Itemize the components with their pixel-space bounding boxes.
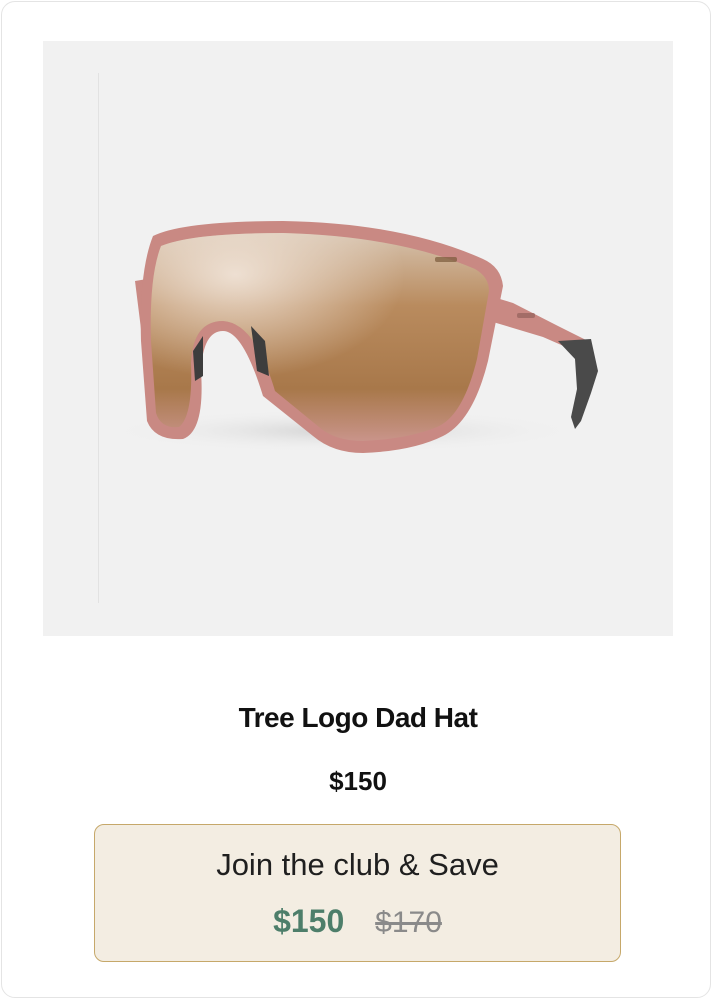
product-title[interactable]: Tree Logo Dad Hat (2, 702, 714, 734)
join-club-label: Join the club & Save (216, 847, 499, 882)
product-price: $150 (329, 766, 387, 796)
club-price: $150 (273, 903, 345, 939)
product-image[interactable] (43, 41, 673, 636)
sunglasses-image (103, 221, 598, 453)
original-price: $170 (375, 906, 442, 939)
club-price-row: $150 $170 (95, 903, 620, 940)
join-club-button[interactable]: Join the club & Save $150 $170 (94, 824, 621, 962)
product-card[interactable]: Tree Logo Dad Hat $150 Join the club & S… (1, 1, 711, 998)
